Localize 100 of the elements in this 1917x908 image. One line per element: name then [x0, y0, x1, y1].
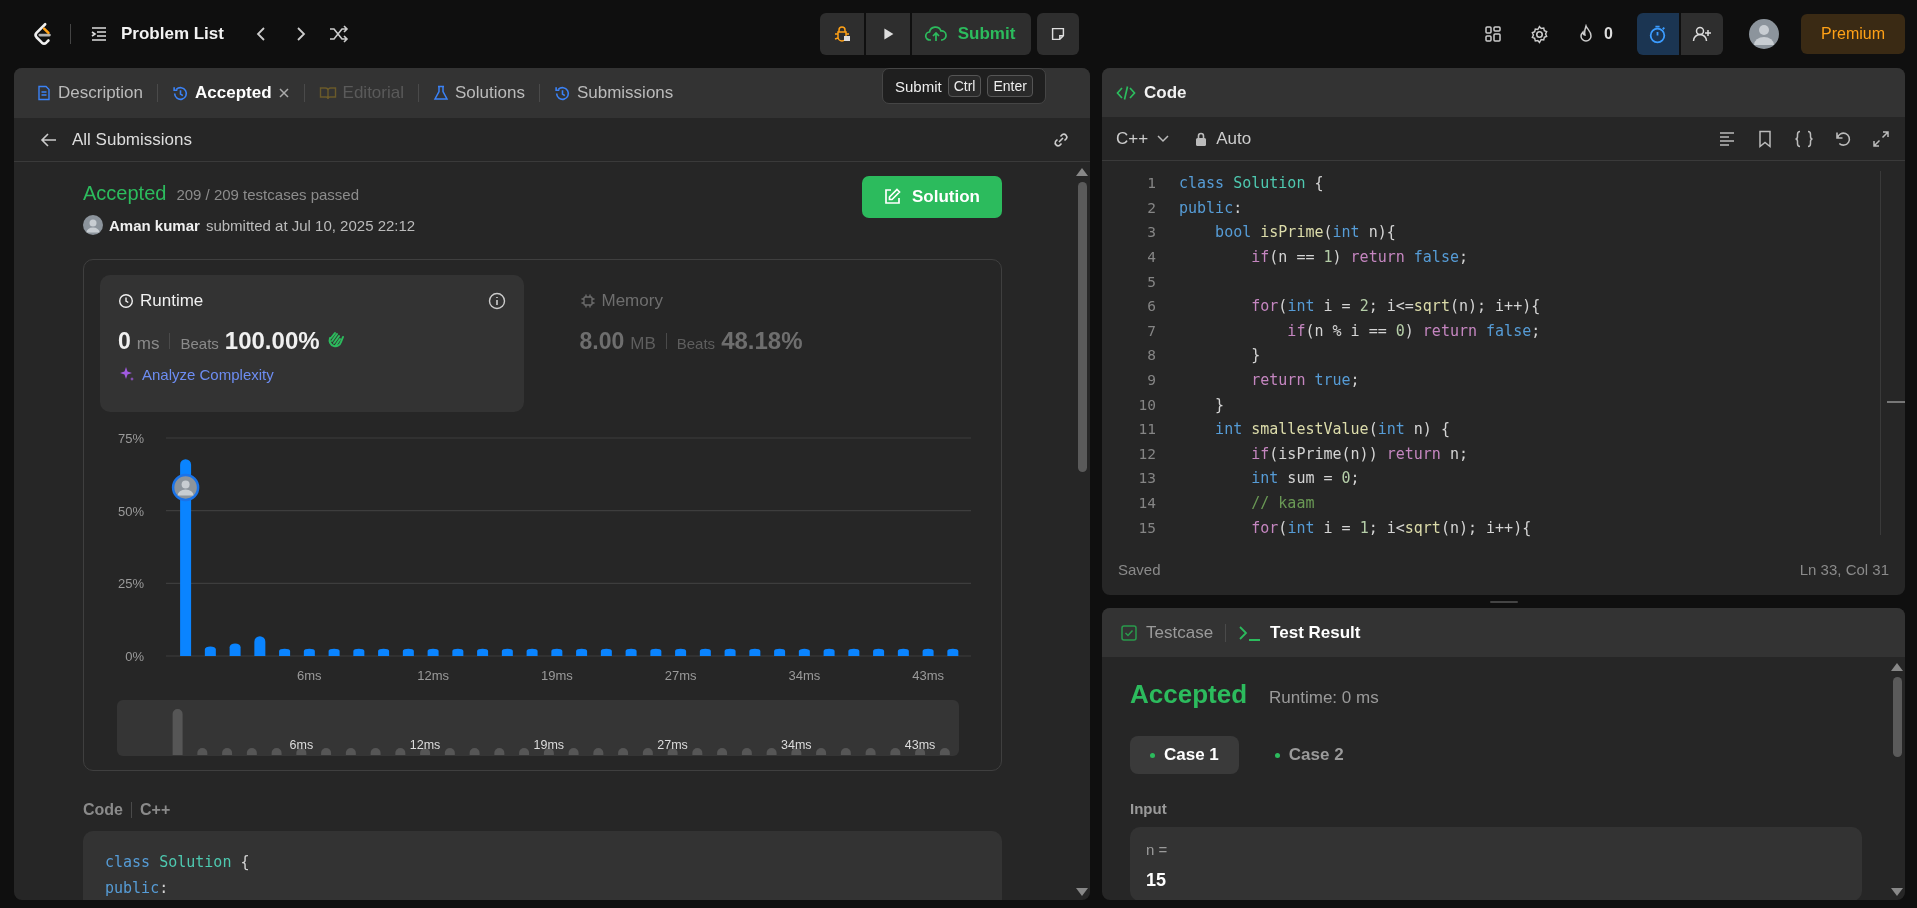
- chart-bar[interactable]: [699, 648, 711, 656]
- code-line: if(n % i == 0) return false;: [1286, 321, 1541, 340]
- chart-bar[interactable]: [848, 648, 860, 656]
- code-line: if(isPrime(n)) return n;: [1250, 444, 1468, 463]
- chart-bar[interactable]: [897, 648, 909, 656]
- lock-icon: [1194, 130, 1209, 147]
- chart-bar[interactable]: [477, 648, 489, 656]
- chart-bar[interactable]: [551, 648, 563, 656]
- book-icon: [318, 85, 337, 101]
- stat-value: 0: [118, 328, 131, 355]
- chart-bar[interactable]: [774, 648, 786, 656]
- chart-bar[interactable]: [947, 648, 959, 656]
- author-name[interactable]: Aman kumar: [109, 216, 200, 234]
- shuffle-icon[interactable]: [327, 24, 350, 44]
- language-dropdown[interactable]: C++: [1116, 128, 1171, 149]
- list-icon[interactable]: [89, 24, 109, 44]
- chart-bar[interactable]: [922, 648, 934, 656]
- panel-tab[interactable]: Accepted: [166, 79, 296, 107]
- stat-title: Runtime: [140, 291, 204, 311]
- avatar: [171, 473, 200, 502]
- panel-tab[interactable]: Submissions: [547, 79, 680, 107]
- chart-bar[interactable]: [873, 648, 885, 656]
- chart-bar[interactable]: [798, 648, 810, 656]
- cloud-upload-icon: [923, 24, 948, 44]
- problem-list-title[interactable]: Problem List: [121, 24, 224, 44]
- avatar[interactable]: [1749, 19, 1779, 49]
- chart-bar[interactable]: [576, 648, 588, 656]
- premium-button[interactable]: Premium: [1801, 14, 1905, 54]
- chart-bar[interactable]: [501, 648, 513, 656]
- input-value: 15: [1146, 870, 1168, 891]
- overview-label: 34ms: [781, 738, 812, 752]
- chart-bar[interactable]: [254, 636, 266, 656]
- axis-label: 43ms: [912, 668, 944, 683]
- stat-value: 8.00: [579, 328, 625, 355]
- close-icon[interactable]: [277, 87, 290, 99]
- analyze-complexity-link[interactable]: Analyze Complexity: [118, 365, 274, 383]
- flask-icon: [433, 85, 449, 101]
- clock-icon: [118, 293, 134, 309]
- code-line: // kaam: [1250, 494, 1315, 512]
- cursor-position: Ln 33, Col 31: [1799, 560, 1889, 578]
- input-name: n =: [1146, 841, 1169, 858]
- chart-bar[interactable]: [724, 648, 736, 656]
- submit-button[interactable]: Submit: [911, 13, 1032, 55]
- code-label: Code: [83, 801, 123, 819]
- chart-bar[interactable]: [749, 648, 761, 656]
- notes-button[interactable]: [1037, 13, 1080, 55]
- info-icon[interactable]: [487, 292, 506, 310]
- chart-bar[interactable]: [229, 643, 241, 656]
- chart-bar[interactable]: [303, 648, 315, 656]
- overview-label: 6ms: [289, 738, 314, 752]
- expand-icon[interactable]: [1871, 128, 1891, 149]
- chart-bar[interactable]: [427, 648, 439, 656]
- chart-bar[interactable]: [650, 648, 662, 656]
- chart-bar[interactable]: [452, 648, 464, 656]
- minimap-scrollbar[interactable]: [1880, 171, 1905, 535]
- line-number: 8: [1146, 347, 1156, 364]
- line-number: 12: [1137, 445, 1156, 462]
- layout-icon[interactable]: [1483, 24, 1504, 44]
- overview-label: 19ms: [533, 738, 565, 752]
- panel-tab[interactable]: Solutions: [427, 79, 531, 107]
- chart-bar[interactable]: [279, 648, 291, 656]
- chart-bar[interactable]: [675, 648, 687, 656]
- code-line: }: [1250, 346, 1261, 365]
- code-line: class Solution {: [105, 852, 251, 873]
- chart-bar[interactable]: [328, 648, 340, 656]
- overview-label: 43ms: [904, 738, 936, 752]
- result-status: Accepted: [1130, 679, 1248, 710]
- debug-button[interactable]: [819, 13, 864, 55]
- panel-tab[interactable]: Test Result: [1234, 622, 1365, 643]
- add-friend-button[interactable]: [1681, 13, 1723, 55]
- braces-icon[interactable]: [1793, 128, 1815, 149]
- chart-bar[interactable]: [625, 648, 637, 656]
- panel-tab[interactable]: Testcase: [1116, 622, 1218, 643]
- timer-button[interactable]: [1637, 13, 1679, 55]
- chart-bar[interactable]: [353, 648, 365, 656]
- beats-percent: 100.00%: [224, 327, 320, 355]
- case-tab[interactable]: Case 1: [1130, 736, 1239, 774]
- history-icon: [172, 84, 190, 102]
- settings-icon[interactable]: [1529, 23, 1551, 45]
- chart-bar[interactable]: [600, 648, 612, 656]
- code-line: int sum = 0;: [1250, 469, 1360, 488]
- document-icon: [36, 85, 52, 101]
- streak-count: 0: [1604, 25, 1613, 43]
- panel-tab[interactable]: Description: [30, 79, 150, 107]
- run-button[interactable]: [865, 13, 910, 55]
- avatar: [83, 215, 103, 235]
- keyboard-key: Ctrl: [947, 75, 982, 97]
- case-tab[interactable]: Case 2: [1254, 736, 1364, 774]
- chart-bar[interactable]: [204, 646, 216, 656]
- chart-bar[interactable]: [823, 648, 835, 656]
- beats-label: Beats: [676, 335, 716, 352]
- stat-panel[interactable]: Runtime 0 ms Beats 100.00% Analyze Complexity: [100, 275, 524, 412]
- chart-bar[interactable]: [402, 648, 414, 656]
- auto-mode[interactable]: Auto: [1216, 128, 1252, 149]
- add-user-icon: [1691, 24, 1713, 44]
- code-language: C++: [140, 801, 171, 819]
- back-link[interactable]: All Submissions: [40, 129, 192, 150]
- chart-bar[interactable]: [526, 648, 538, 656]
- line-number: 4: [1146, 249, 1156, 266]
- chart-bar[interactable]: [378, 648, 390, 656]
